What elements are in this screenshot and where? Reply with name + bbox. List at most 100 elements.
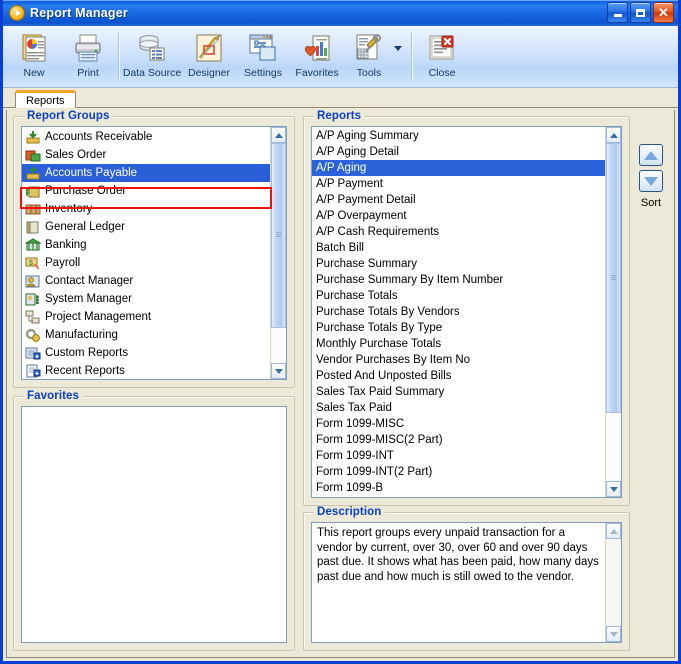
list-item[interactable]: General Ledger (22, 218, 270, 236)
svg-text:$: $ (29, 260, 33, 267)
reports-scroll-up-button[interactable] (606, 127, 621, 143)
list-item[interactable]: Batch Bill (312, 240, 605, 256)
list-item[interactable]: Purchase Summary (312, 256, 605, 272)
reports-listbox[interactable]: A/P Aging Summary A/P Aging Detail A/P Agi… (311, 126, 622, 498)
accounts-payable-icon (25, 166, 41, 181)
reports-scroll-thumb[interactable] (606, 143, 621, 414)
list-item[interactable]: Purchase Totals (312, 288, 605, 304)
payroll-icon: $ (25, 256, 41, 271)
reports-scroll-track[interactable] (606, 143, 621, 481)
list-item[interactable]: A/P Cash Requirements (312, 224, 605, 240)
list-item[interactable]: Sales Tax Paid (312, 400, 605, 416)
list-item-label: Batch Bill (316, 242, 364, 254)
toolbar-label-favorites: Favorites (295, 67, 339, 79)
list-item[interactable]: Form 1099-B (312, 480, 605, 496)
list-item-label: Sales Tax Paid Summary (316, 386, 445, 398)
tools-dropdown-arrow[interactable] (394, 30, 408, 51)
reports-scrollbar[interactable] (605, 127, 621, 497)
inventory-icon (25, 202, 41, 217)
sort-ascending-button[interactable] (639, 144, 663, 166)
list-item[interactable]: A/P Payment (312, 176, 605, 192)
report-groups-listbox[interactable]: Accounts Receivable Sales Order Accounts P… (21, 126, 287, 380)
list-item[interactable]: A/P Aging Summary (312, 128, 605, 144)
list-item[interactable]: Form 1099-INT (312, 448, 605, 464)
report-groups-scroll-down-button[interactable] (271, 363, 286, 379)
report-groups-scroll-track[interactable] (271, 143, 286, 363)
list-item-label: Sales Order (45, 149, 107, 161)
toolbar-button-settings[interactable]: Settings (236, 30, 290, 79)
designer-pencil-icon (193, 32, 225, 64)
toolbar-button-designer[interactable]: Designer (182, 30, 236, 79)
sort-controls: Sort (634, 116, 668, 506)
maximize-button[interactable] (630, 2, 651, 23)
list-item[interactable]: Form 1099-MISC (312, 416, 605, 432)
contact-manager-icon (25, 274, 41, 289)
list-item[interactable]: Posted And Unposted Bills (312, 368, 605, 384)
list-item[interactable]: Purchase Summary By Item Number (312, 272, 605, 288)
list-item[interactable]: A/P Overpayment (312, 208, 605, 224)
list-item[interactable]: $ Payroll (22, 254, 270, 272)
list-item[interactable]: Monthly Purchase Totals (312, 336, 605, 352)
list-item-label: Monthly Purchase Totals (316, 338, 442, 350)
list-item-label: A/P Payment Detail (316, 194, 416, 206)
list-item[interactable]: Purchase Order (22, 182, 270, 200)
list-item-label: Sales Tax Paid (316, 402, 392, 414)
toolbar-button-favorites[interactable]: Favorites (290, 30, 344, 79)
favorites-items (22, 407, 286, 642)
list-item[interactable]: Form 1099-INT(2 Part) (312, 464, 605, 480)
description-scroll-up-button[interactable] (606, 523, 621, 539)
list-item-label: Vendor Purchases By Item No (316, 354, 471, 366)
play-circle-icon (9, 5, 25, 21)
favorites-listbox[interactable] (21, 406, 287, 643)
list-item[interactable]: Custom Reports (22, 344, 270, 362)
manufacturing-icon (25, 328, 41, 343)
list-item[interactable]: A/P Aging (312, 160, 605, 176)
list-item-label: Accounts Receivable (45, 131, 153, 143)
list-item[interactable]: Recent Reports (22, 362, 270, 379)
toolbar-button-print[interactable]: Print (61, 30, 115, 79)
list-item[interactable]: Accounts Payable (22, 164, 270, 182)
list-item[interactable]: Accounts Receivable (22, 128, 270, 146)
list-item-label: General Ledger (45, 221, 125, 233)
list-item[interactable]: Purchase Totals By Vendors (312, 304, 605, 320)
toolbar-button-tools[interactable]: Tools (344, 30, 394, 79)
database-icon (136, 32, 168, 64)
toolbar-separator-2 (411, 32, 412, 80)
toolbar-button-close[interactable]: Close (415, 30, 469, 79)
list-item-label: Purchase Totals By Type (316, 322, 443, 334)
report-groups-items: Accounts Receivable Sales Order Accounts P… (22, 127, 270, 379)
list-item-label: A/P Cash Requirements (316, 226, 440, 238)
list-item[interactable]: Contact Manager (22, 272, 270, 290)
toolbar-button-data-source[interactable]: Data Source (122, 30, 182, 79)
sort-descending-button[interactable] (639, 170, 663, 192)
list-item[interactable]: Banking (22, 236, 270, 254)
system-manager-icon (25, 292, 41, 307)
accounts-receivable-icon (25, 130, 41, 145)
list-item[interactable]: A/P Payment Detail (312, 192, 605, 208)
report-groups-scrollbar[interactable] (270, 127, 286, 379)
toolbar-label-data-source: Data Source (122, 67, 182, 79)
description-scroll-down-button[interactable] (606, 626, 621, 642)
list-item[interactable]: System Manager (22, 290, 270, 308)
list-item[interactable]: A/P Aging Detail (312, 144, 605, 160)
list-item-label: Form 1099-INT (316, 450, 394, 462)
toolbar-button-new[interactable]: New (7, 30, 61, 79)
list-item[interactable]: Inventory (22, 200, 270, 218)
list-item[interactable]: Form 1099-MISC(2 Part) (312, 432, 605, 448)
list-item[interactable]: Vendor Purchases By Item No (312, 352, 605, 368)
reports-scroll-down-button[interactable] (606, 481, 621, 497)
list-item[interactable]: Manufacturing (22, 326, 270, 344)
tab-reports[interactable]: Reports (15, 90, 76, 108)
toolbar-label-close: Close (428, 67, 456, 79)
list-item[interactable]: Sales Tax Paid Summary (312, 384, 605, 400)
list-item[interactable]: Sales Order (22, 146, 270, 164)
list-item[interactable]: Purchase Totals By Type (312, 320, 605, 336)
report-groups-scroll-thumb[interactable] (271, 143, 286, 328)
report-groups-scroll-up-button[interactable] (271, 127, 286, 143)
toolbar-label-designer: Designer (187, 67, 231, 79)
list-item[interactable]: Project Management (22, 308, 270, 326)
close-window-button[interactable]: ✕ (653, 2, 674, 23)
minimize-button[interactable] (607, 2, 628, 23)
toolbar-label-settings: Settings (244, 67, 282, 79)
description-scrollbar[interactable] (605, 523, 621, 642)
